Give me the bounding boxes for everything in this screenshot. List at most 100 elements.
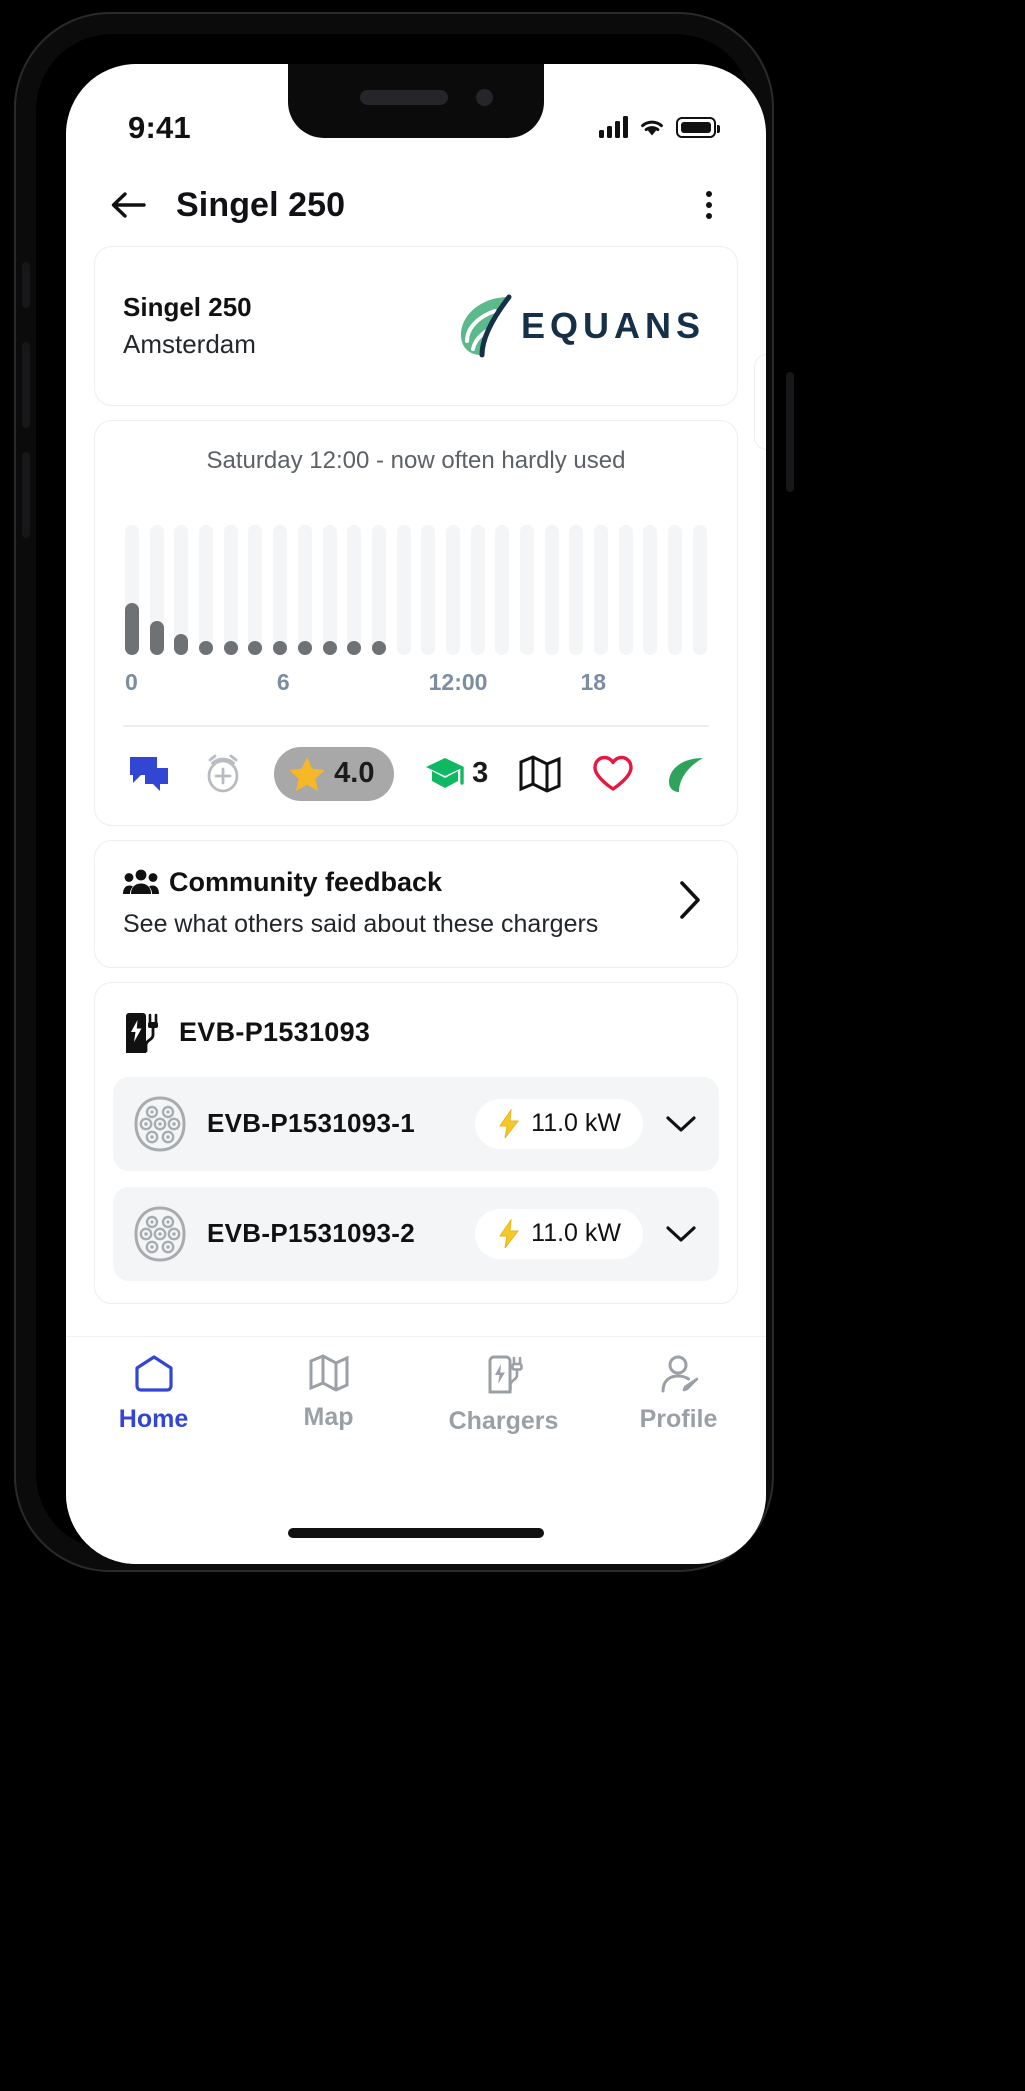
- location-city: Amsterdam: [123, 329, 256, 359]
- tab-chargers[interactable]: Chargers: [416, 1353, 591, 1487]
- chart-bar-track: [594, 525, 609, 655]
- back-button[interactable]: [94, 188, 162, 222]
- chart-bar: [618, 525, 633, 655]
- community-feedback-card[interactable]: Community feedback See what others said …: [94, 839, 738, 968]
- chart-bar-track: [495, 525, 510, 655]
- chart-bar-track: [618, 525, 633, 655]
- chart-x-axis: 0 6 12:00 18: [125, 669, 707, 703]
- wifi-icon: [641, 120, 663, 136]
- connector-row[interactable]: EVB-P1531093-2 11.0 kW: [113, 1186, 719, 1281]
- chart-bar: [347, 525, 362, 655]
- main-scroll-content[interactable]: Singel 250 Amsterdam EQUANS Saturday 12:…: [66, 246, 766, 1336]
- page-title: Singel 250: [176, 185, 346, 224]
- usage-chart-card: Saturday 12:00 - now often hardly used 0…: [94, 420, 738, 826]
- location-name: Singel 250: [123, 292, 252, 322]
- connector-id: EVB-P1531093-2: [207, 1218, 415, 1248]
- earpiece-speaker: [360, 90, 448, 105]
- leaf-glyph: [668, 757, 703, 792]
- chat-bubbles-icon[interactable]: [127, 754, 171, 794]
- chart-bar-fill: [149, 621, 164, 655]
- chat-bubbles-glyph: [130, 756, 168, 791]
- leaf-icon[interactable]: [665, 754, 705, 794]
- chart-x-tick-label: 18: [580, 669, 607, 695]
- chart-x-tick-label: 6: [276, 669, 290, 695]
- connector-expand-chevron[interactable]: [661, 1113, 701, 1135]
- signal-bars-icon: [599, 116, 628, 138]
- heart-glyph: [593, 755, 634, 791]
- app-header: Singel 250: [66, 164, 766, 246]
- connector-expand-chevron[interactable]: [661, 1223, 701, 1245]
- alarm-plus-icon[interactable]: [201, 752, 245, 796]
- chart-bar-fill: [199, 640, 214, 655]
- chart-x-tick-label: 0: [125, 669, 138, 695]
- star-rating-pill[interactable]: 4.0: [274, 746, 395, 801]
- occupancy-bar-chart: [125, 503, 707, 655]
- chart-bar-track: [248, 525, 263, 655]
- map-icon[interactable]: [518, 754, 562, 794]
- chart-bar: [199, 525, 214, 655]
- tab-profile[interactable]: Profile: [591, 1353, 766, 1487]
- chart-bar: [273, 525, 288, 655]
- home-icon: [134, 1355, 173, 1392]
- volume-down-button[interactable]: [22, 452, 30, 538]
- heart-icon[interactable]: [591, 754, 635, 794]
- screenshot-root: 9:41 Singel 250 Singel 250 Amsterdam EQU…: [0, 0, 1025, 2091]
- chart-bar: [544, 525, 559, 655]
- star-icon: [289, 756, 325, 791]
- chart-bar-track: [322, 525, 337, 655]
- chart-bar: [594, 525, 609, 655]
- charger-group-header[interactable]: EVB-P1531093: [113, 1005, 719, 1061]
- chart-bar: [322, 525, 337, 655]
- type2-connector-icon: [134, 1095, 186, 1152]
- chart-bar-track: [520, 525, 534, 655]
- brand-name: EQUANS: [520, 305, 705, 346]
- chart-bar: [248, 525, 263, 655]
- chart-bar-track: [692, 525, 707, 655]
- power-button[interactable]: [786, 372, 794, 492]
- phone-bezel: 9:41 Singel 250 Singel 250 Amsterdam EQU…: [36, 34, 766, 1564]
- chart-bar: [223, 525, 238, 655]
- tab-map[interactable]: Map: [241, 1353, 416, 1487]
- display-notch: [288, 64, 544, 138]
- status-bar-time: 9:41: [128, 110, 191, 145]
- volume-up-button[interactable]: [22, 342, 30, 428]
- connector-power-value: 11.0 kW: [531, 1219, 621, 1247]
- charger-station-id: EVB-P1531093: [179, 1017, 371, 1047]
- home-indicator[interactable]: [288, 1528, 544, 1538]
- more-vertical-icon[interactable]: [692, 191, 726, 219]
- connector-row[interactable]: EVB-P1531093-1 11.0 kW: [113, 1076, 719, 1171]
- tab-home[interactable]: Home: [66, 1353, 241, 1487]
- adjacent-card-peek: [754, 354, 766, 450]
- chart-bar-track: [199, 525, 214, 655]
- chart-bar-fill: [273, 641, 288, 655]
- chart-bar-track: [347, 525, 362, 655]
- connector-power-badge: 11.0 kW: [475, 1208, 643, 1259]
- chart-bar-fill: [174, 634, 189, 655]
- bottom-tab-bar: Home Map Chargers Profile: [66, 1336, 766, 1564]
- chart-bar: [297, 525, 312, 655]
- arrow-left-icon: [111, 192, 146, 218]
- chevron-down-icon: [666, 1225, 696, 1242]
- chart-bar-track: [643, 525, 658, 655]
- chart-bar: [495, 525, 510, 655]
- community-feedback-heading: Community feedback: [123, 867, 675, 898]
- tab-home-label: Home: [118, 1405, 189, 1433]
- education-count[interactable]: 3: [424, 756, 488, 792]
- chart-bar: [692, 525, 707, 655]
- community-feedback-chevron[interactable]: [675, 878, 705, 927]
- chart-bar: [470, 525, 485, 655]
- brand-logo: EQUANS: [451, 289, 705, 363]
- tab-chargers-label: Chargers: [448, 1407, 559, 1435]
- mute-switch[interactable]: [22, 262, 30, 308]
- tab-list: Home Map Chargers Profile: [66, 1337, 766, 1487]
- chart-bar-track: [297, 525, 312, 655]
- phone-frame: 9:41 Singel 250 Singel 250 Amsterdam EQU…: [14, 12, 794, 1572]
- people-group-icon: [123, 869, 159, 894]
- location-card[interactable]: Singel 250 Amsterdam EQUANS: [94, 246, 738, 406]
- status-bar-indicators: [599, 116, 720, 138]
- battery-full-icon: [676, 117, 720, 138]
- chart-x-tick-label: 12:00: [428, 669, 488, 695]
- chevron-down-icon: [666, 1115, 696, 1132]
- chart-bar: [520, 525, 534, 655]
- connector-power-badge: 11.0 kW: [475, 1098, 643, 1149]
